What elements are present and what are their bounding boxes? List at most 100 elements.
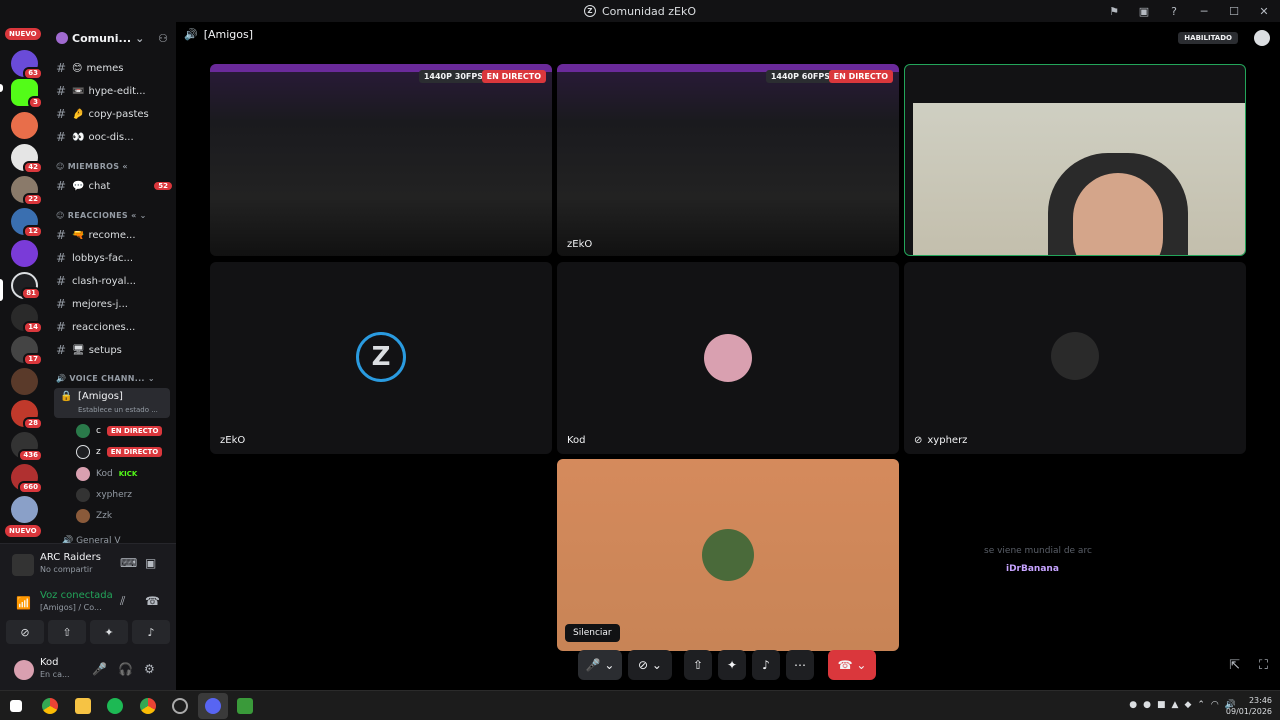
wifi-icon[interactable]: ◠ (1211, 700, 1219, 710)
tray-icon[interactable]: ● (1129, 700, 1137, 710)
participant-tile[interactable]: Z zEkO (210, 262, 552, 454)
screen-share-button[interactable]: ⇧ (48, 620, 86, 644)
camera-button[interactable]: ⊘ ⌄ (628, 650, 672, 680)
disconnect-icon[interactable]: ☎ (145, 594, 160, 608)
channel-item[interactable]: # reacciones... (54, 317, 172, 337)
fullscreen-icon[interactable]: ⛶ (1259, 658, 1268, 673)
category-voice[interactable]: 🔊 VOICE CHANN... ⌄ (56, 374, 155, 383)
tray-icon[interactable]: ▲ (1172, 700, 1179, 710)
server-icon[interactable]: 42 (11, 144, 43, 174)
stream-tile[interactable]: 1440P 30FPS EN DIRECTO (210, 64, 552, 256)
channel-item[interactable]: # 🤌 copy-pastes (54, 104, 172, 124)
minimize-icon[interactable]: ─ (1196, 5, 1212, 18)
share-screen-button[interactable]: ⇧ (684, 650, 712, 680)
hash-icon: # (55, 228, 67, 242)
add-user-icon[interactable]: ⚇ (158, 32, 168, 45)
os-taskbar: ● ● ■ ▲ ◆ ⌃ ◠ 🔊 23:46 09/01/2026 (0, 690, 1280, 720)
tray-icon[interactable]: ⌃ (1197, 700, 1205, 710)
folder-icon[interactable] (75, 698, 91, 714)
avatar[interactable] (14, 660, 34, 680)
avatar (76, 467, 90, 481)
voice-user[interactable]: z EN DIRECTO (76, 443, 176, 461)
user-status: En ca... (40, 670, 70, 679)
hash-icon: # (55, 251, 67, 265)
stream-tile[interactable]: 1440P 60FPS EN DIRECTO zEkO (557, 64, 899, 256)
voice-channel-amigos[interactable]: 🔒 [Amigos] Establece un estado ... (54, 388, 170, 418)
voice-user[interactable]: Kod KICK (76, 465, 176, 483)
soundboard-button[interactable]: ♪ (132, 620, 170, 644)
participant-tile[interactable]: Kod (557, 262, 899, 454)
channel-item[interactable]: # 👀 ooc-dis... (54, 127, 172, 147)
close-icon[interactable]: ✕ (1256, 5, 1272, 18)
server-icon[interactable]: 436 (11, 432, 43, 462)
channel-item[interactable]: # 😊 memes (54, 58, 172, 78)
server-icon[interactable]: 28 (11, 400, 43, 430)
category-members[interactable]: ☺ MIEMBROS « (56, 162, 128, 171)
participant-tile[interactable] (557, 459, 899, 651)
server-icon[interactable] (11, 496, 38, 523)
server-icon[interactable] (11, 240, 38, 267)
channel-item[interactable]: # lobbys-fac... (54, 248, 172, 268)
app-icon[interactable] (237, 698, 253, 714)
activities-button[interactable]: ✦ (718, 650, 746, 680)
server-header[interactable]: Comuni... ⌄ ⚇ (48, 22, 176, 54)
server-icon[interactable]: 14 (11, 304, 43, 334)
monitor-icon[interactable]: ▣ (1136, 5, 1152, 18)
voice-status[interactable]: Voz conectada (40, 590, 113, 601)
settings-gear-icon[interactable]: ⚙ (144, 662, 155, 676)
server-icon[interactable]: 12 (11, 208, 43, 238)
overlay-chat-user: iDrBanana (1006, 564, 1059, 574)
voice-user[interactable]: xypherz⊘ (76, 486, 176, 504)
chat-toggle-icon[interactable] (1254, 30, 1270, 46)
microphone-icon[interactable]: 🎤 (92, 662, 107, 676)
camera-tile[interactable] (904, 64, 1246, 256)
kick-server-icon[interactable]: 3 (11, 79, 43, 109)
server-icon[interactable]: 22 (11, 176, 43, 206)
hash-icon: # (55, 61, 67, 75)
zeko-server-icon[interactable]: 81 (11, 272, 41, 300)
windows-start-icon[interactable] (10, 700, 22, 712)
chrome-icon[interactable] (42, 698, 58, 714)
gamepad-icon[interactable]: ⌨ (120, 556, 137, 570)
channel-item[interactable]: # 📼 hype-edit... (54, 81, 172, 101)
headphones-icon[interactable]: 🎧 (118, 662, 133, 676)
popout-icon[interactable]: ⇱ (1229, 658, 1240, 673)
tray-icon[interactable]: ● (1143, 700, 1151, 710)
server-icon[interactable]: 660 (11, 464, 43, 494)
channel-item[interactable]: # 🔫 recome... (54, 225, 172, 245)
clock[interactable]: 23:46 09/01/2026 (1226, 695, 1272, 717)
server-icon[interactable] (11, 112, 38, 139)
voice-user[interactable]: Zzk (76, 507, 176, 525)
channel-item[interactable]: # 🖥 setups (54, 340, 172, 360)
stream-icon[interactable]: ▣ (145, 556, 156, 570)
server-icon[interactable] (11, 368, 38, 395)
noise-suppression-icon[interactable]: ⫽ (120, 594, 125, 609)
avatar (76, 424, 90, 438)
soundboard-button[interactable]: ♪ (752, 650, 780, 680)
discord-icon[interactable] (205, 698, 221, 714)
maximize-icon[interactable]: ☐ (1226, 5, 1242, 18)
camera-off-button[interactable]: ⊘ (6, 620, 44, 644)
channel-item[interactable]: # mejores-j... (54, 294, 172, 314)
chrome-icon[interactable] (140, 698, 156, 714)
channel-chat[interactable]: # 💬 chat 52 (54, 176, 172, 196)
spotify-icon[interactable] (107, 698, 123, 714)
category-reactions[interactable]: ☺ REACCIONES « ⌄ (56, 211, 147, 220)
inbox-icon[interactable]: ⚑ (1106, 5, 1122, 18)
app-icon[interactable] (172, 698, 188, 714)
disconnect-button[interactable]: ☎ ⌄ (828, 650, 876, 680)
tray-icon[interactable]: ◆ (1184, 700, 1191, 710)
more-options-button[interactable]: ⋯ (786, 650, 814, 680)
help-icon[interactable]: ? (1166, 5, 1182, 18)
avatar (76, 445, 90, 459)
voice-channel-link[interactable]: [Amigos] / Co... (40, 603, 102, 612)
activities-button[interactable]: ✦ (90, 620, 128, 644)
server-icon[interactable]: 63 (11, 50, 43, 80)
participant-tile[interactable]: ⊘ xypherz (904, 262, 1246, 454)
tray-icon[interactable]: ■ (1157, 700, 1166, 710)
activity-title: ARC Raiders (40, 552, 101, 563)
mute-button[interactable]: 🎤 ⌄ (578, 650, 622, 680)
server-icon[interactable]: 17 (11, 336, 43, 366)
channel-item[interactable]: # clash-royal... (54, 271, 172, 291)
voice-user[interactable]: c EN DIRECTO (76, 422, 176, 440)
